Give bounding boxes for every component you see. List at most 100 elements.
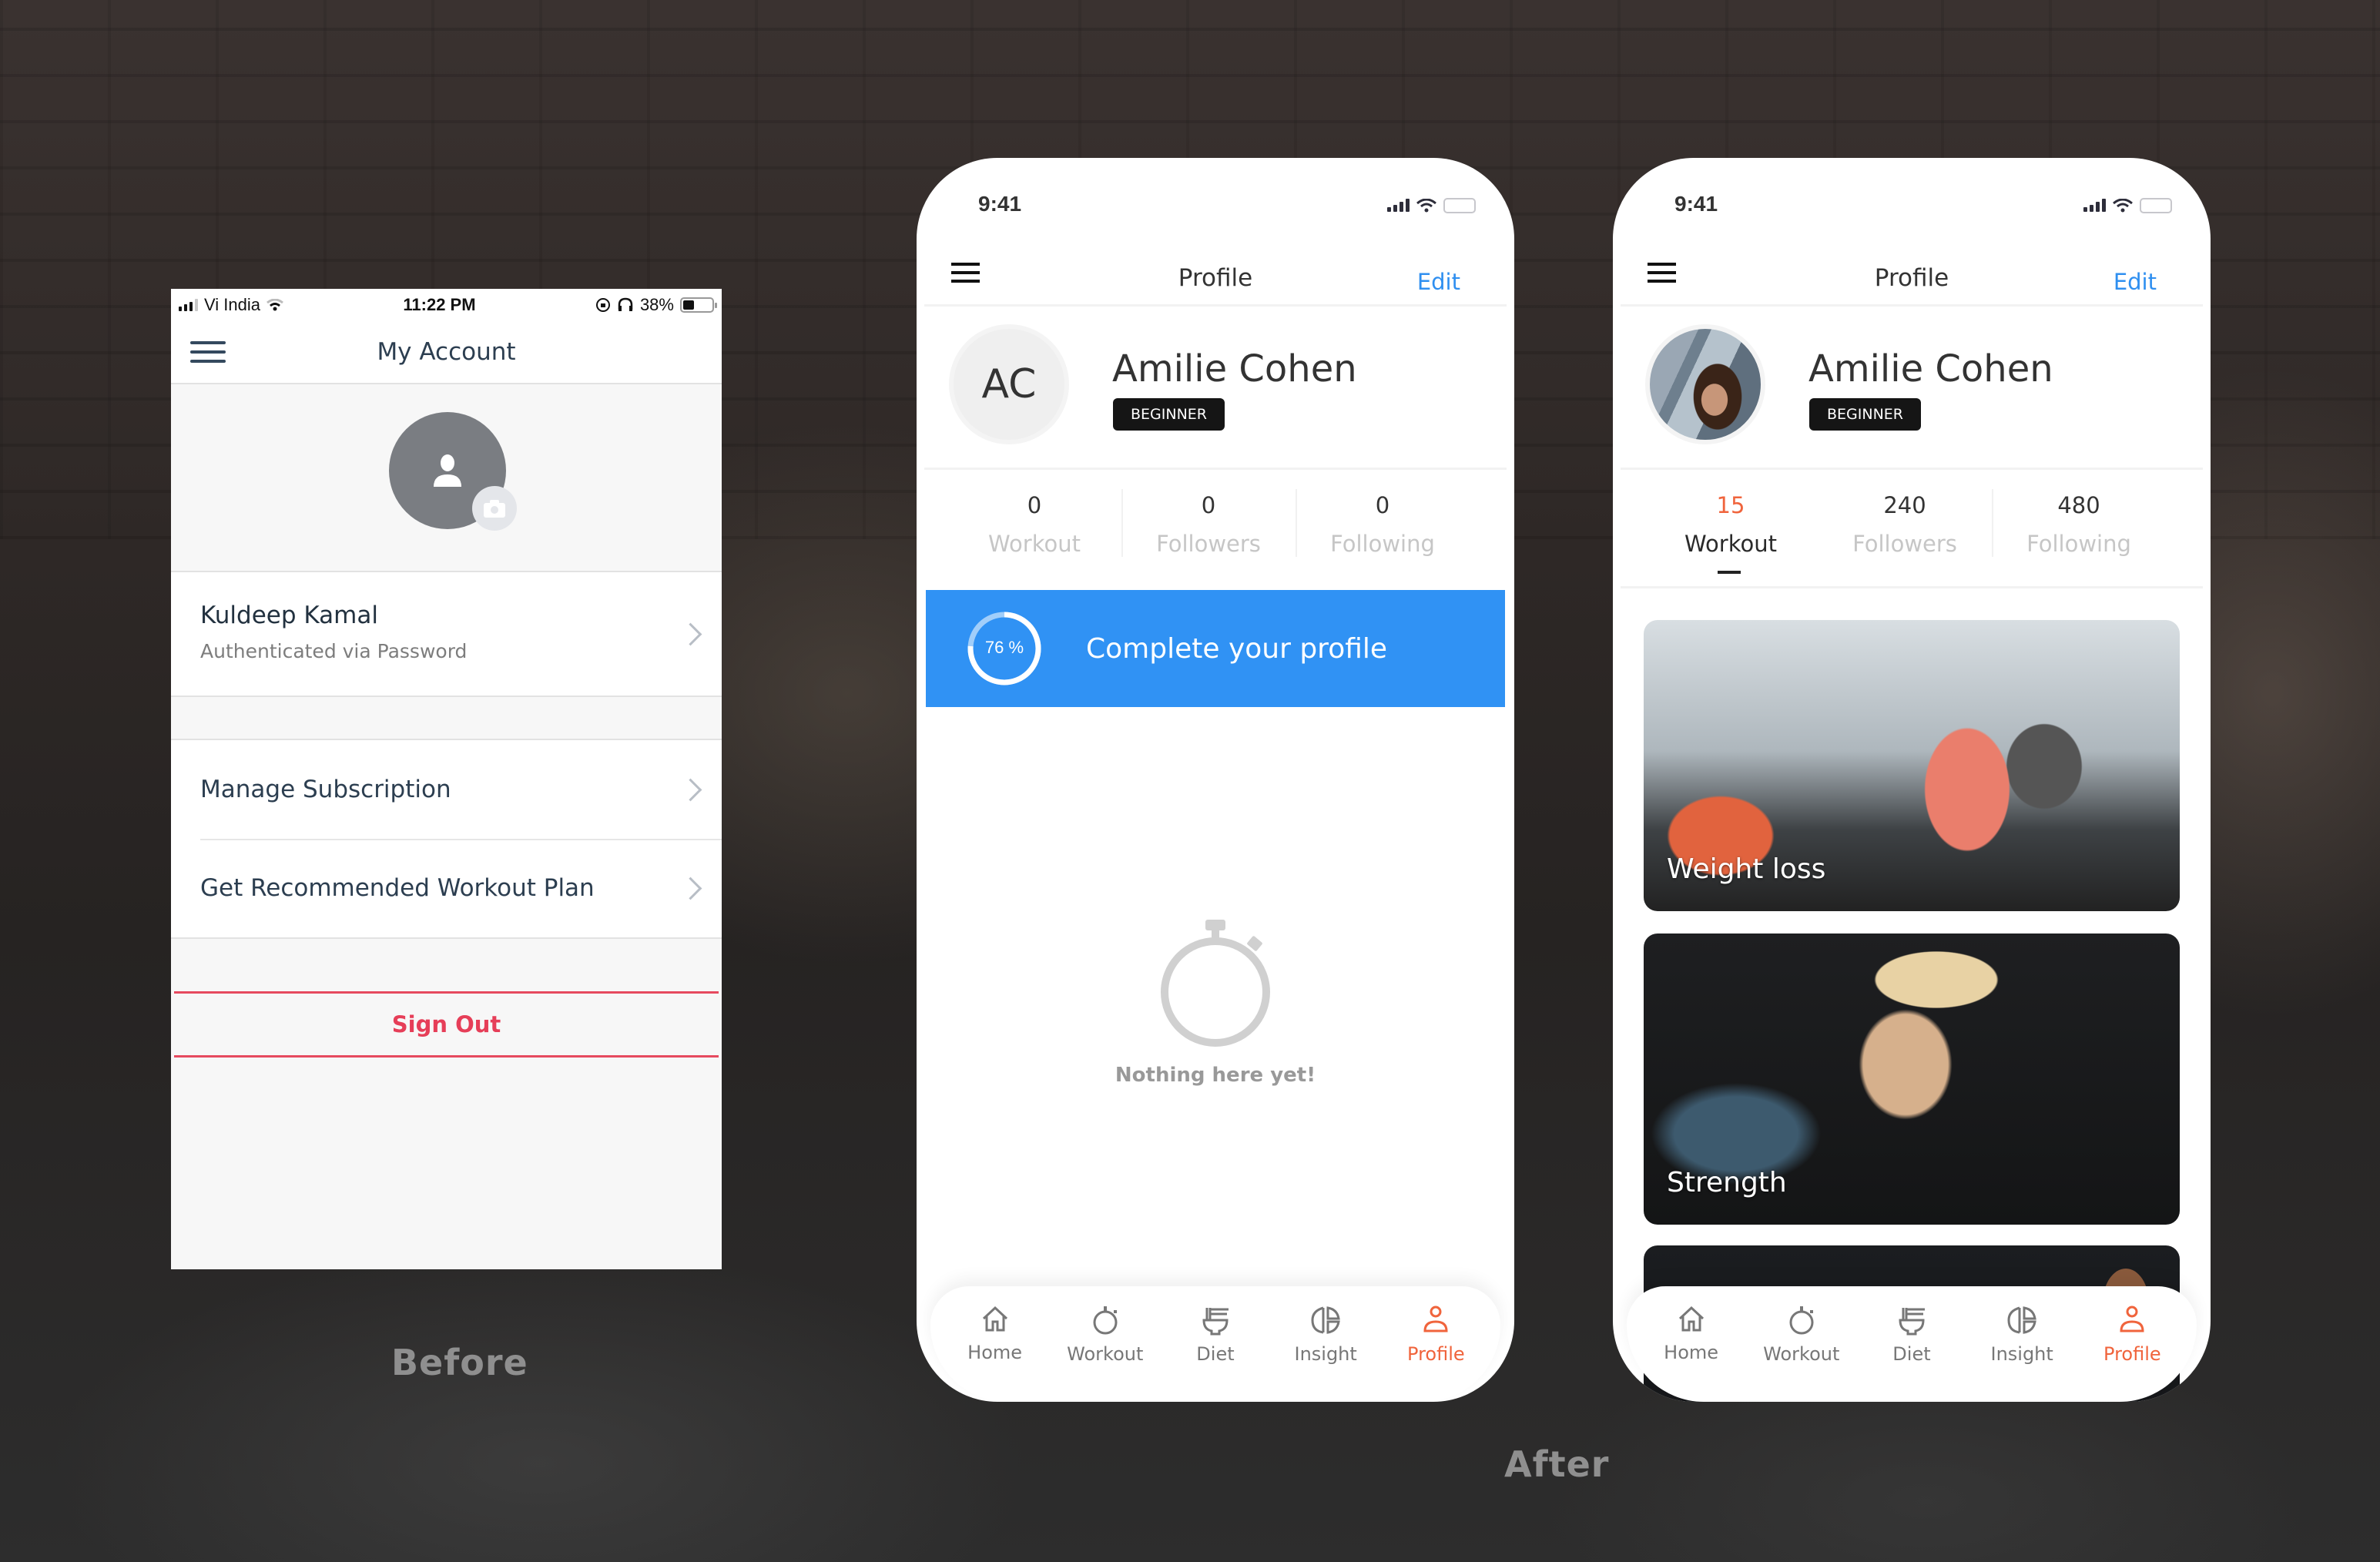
- card-title: Weight loss: [1667, 853, 1826, 885]
- user-name: Kuldeep Kamal: [200, 602, 378, 629]
- stat-value: 240: [1883, 492, 1926, 518]
- sign-out-button[interactable]: Sign Out: [174, 991, 719, 1058]
- profile-header: AC Amilie Cohen BEGINNER: [924, 304, 1507, 470]
- edit-button[interactable]: Edit: [1417, 269, 1460, 295]
- menu-item-recommended-plan[interactable]: Get Recommended Workout Plan: [171, 839, 722, 937]
- account-row[interactable]: Kuldeep Kamal Authenticated via Password: [171, 572, 722, 697]
- tab-diet[interactable]: Diet: [1165, 1286, 1265, 1402]
- person-icon: [2120, 1306, 2144, 1332]
- stopwatch-icon: [1161, 920, 1270, 1047]
- signal-icon: [1387, 199, 1410, 212]
- page-title: My Account: [377, 338, 516, 366]
- status-bar: Vi India 11:22 PM 38%: [171, 289, 722, 321]
- battery-icon: [679, 297, 717, 313]
- stat-label: Followers: [1156, 531, 1261, 557]
- stat-label: Following: [2026, 531, 2131, 557]
- workout-card-weight-loss[interactable]: Weight loss: [1644, 620, 2180, 911]
- tab-workout[interactable]: Workout: [1055, 1286, 1155, 1402]
- after-empty-screen: 9:41 Profile Edit AC Amilie Cohen BEGINN…: [917, 158, 1514, 1402]
- menu-item-label: Get Recommended Workout Plan: [200, 874, 595, 902]
- progress-percent: 76 %: [984, 638, 1024, 657]
- battery-icon: [1443, 198, 1476, 213]
- stat-following[interactable]: 0 Following: [1296, 468, 1470, 583]
- status-bar: 9:41: [917, 189, 1514, 227]
- home-icon: [982, 1306, 1007, 1332]
- tab-home[interactable]: Home: [945, 1286, 1045, 1402]
- bottom-tab-bar: Home Workout Diet Insight Profile: [930, 1286, 1500, 1402]
- stat-label: Workout: [1684, 531, 1777, 557]
- tab-home[interactable]: Home: [1641, 1286, 1741, 1402]
- home-icon: [1678, 1306, 1704, 1332]
- hamburger-menu-icon[interactable]: [190, 341, 226, 369]
- edit-button[interactable]: Edit: [2114, 269, 2157, 295]
- stat-value: 15: [1716, 492, 1745, 518]
- stat-followers[interactable]: 0 Followers: [1121, 468, 1296, 583]
- signal-icon: [179, 299, 198, 311]
- avatar-photo[interactable]: [1645, 324, 1765, 444]
- tab-workout[interactable]: Workout: [1751, 1286, 1852, 1402]
- tab-label: Workout: [1763, 1343, 1840, 1365]
- auth-method: Authenticated via Password: [200, 640, 468, 662]
- level-badge: BEGINNER: [1113, 398, 1225, 431]
- level-badge: BEGINNER: [1809, 398, 1921, 431]
- stat-value: 0: [1375, 492, 1390, 518]
- stat-label: Followers: [1852, 531, 1957, 557]
- before-screen: Vi India 11:22 PM 38% My Account Kuldeep…: [171, 289, 722, 1269]
- wifi-icon: [266, 299, 283, 311]
- status-bar: 9:41: [1613, 189, 2211, 227]
- avatar-section: [171, 384, 722, 572]
- tab-label: Profile: [2103, 1343, 2161, 1365]
- tab-diet[interactable]: Diet: [1862, 1286, 1962, 1402]
- before-caption: Before: [391, 1342, 528, 1383]
- complete-profile-banner[interactable]: 76 % Complete your profile: [926, 590, 1505, 707]
- empty-state: Nothing here yet!: [917, 917, 1514, 1087]
- nav-bar: Profile Edit: [924, 249, 1507, 307]
- insight-icon: [2007, 1306, 2036, 1334]
- tab-label: Insight: [1990, 1343, 2053, 1365]
- stat-value: 0: [1027, 492, 1042, 518]
- stat-label: Following: [1330, 531, 1435, 557]
- tab-profile[interactable]: Profile: [1386, 1286, 1486, 1402]
- tab-label: Diet: [1892, 1343, 1931, 1365]
- cta-text: Complete your profile: [1086, 632, 1388, 665]
- tab-label: Home: [967, 1342, 1023, 1363]
- stat-tab-following[interactable]: 480 Following: [1992, 468, 2166, 586]
- change-photo-button[interactable]: [472, 486, 517, 531]
- tab-label: Profile: [1407, 1343, 1465, 1365]
- clock: 9:41: [1674, 192, 1718, 216]
- tab-label: Workout: [1067, 1343, 1144, 1365]
- person-icon: [434, 454, 461, 487]
- tab-profile[interactable]: Profile: [2082, 1286, 2182, 1402]
- headphones-icon: [618, 297, 633, 311]
- tab-label: Insight: [1294, 1343, 1357, 1365]
- signal-icon: [2083, 199, 2106, 212]
- clock: 9:41: [978, 192, 1022, 216]
- workout-card-strength[interactable]: Strength: [1644, 934, 2180, 1225]
- bottom-tab-bar: Home Workout Diet Insight Profile: [1627, 1286, 2197, 1402]
- stopwatch-icon: [1789, 1306, 1814, 1335]
- profile-header: Amilie Cohen BEGINNER: [1621, 304, 2203, 470]
- battery-percent: 38%: [639, 295, 674, 314]
- stat-tab-workout[interactable]: 15 Workout: [1644, 468, 1818, 586]
- profile-name: Amilie Cohen: [1112, 347, 1357, 390]
- stats-row: 0 Workout 0 Followers 0 Following: [924, 468, 1507, 583]
- carrier-label: Vi India: [204, 295, 260, 314]
- active-tab-indicator: [1718, 571, 1741, 574]
- menu-item-manage-subscription[interactable]: Manage Subscription: [171, 740, 722, 839]
- tab-insight[interactable]: Insight: [1972, 1286, 2072, 1402]
- chevron-right-icon: [679, 778, 702, 802]
- camera-icon: [484, 500, 505, 518]
- tab-insight[interactable]: Insight: [1275, 1286, 1376, 1402]
- clock: 11:22 PM: [403, 295, 476, 314]
- nav-bar: Profile Edit: [1621, 249, 2203, 307]
- stat-tab-followers[interactable]: 240 Followers: [1818, 468, 1992, 586]
- avatar[interactable]: AC: [949, 324, 1069, 444]
- bowl-icon: [1202, 1308, 1229, 1336]
- stat-label: Workout: [988, 531, 1081, 557]
- stat-workout[interactable]: 0 Workout: [947, 468, 1121, 583]
- profile-name: Amilie Cohen: [1808, 347, 2053, 390]
- person-icon: [1423, 1306, 1448, 1332]
- chevron-right-icon: [679, 877, 702, 900]
- after-filled-screen: 9:41 Profile Edit Amilie Cohen BEGINNER …: [1613, 158, 2211, 1402]
- avatar-initials: AC: [981, 361, 1037, 407]
